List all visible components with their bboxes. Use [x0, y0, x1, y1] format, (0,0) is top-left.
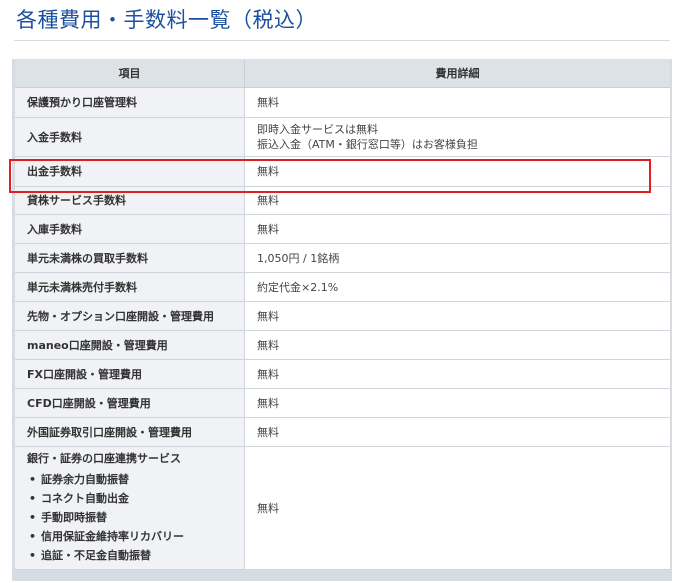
row-item-title: 銀行・証券の口座連携サービス — [27, 452, 181, 465]
row-item: FX口座開設・管理費用 — [15, 359, 245, 389]
table-row: 単元未満株の買取手数料 1,050円 / 1銘柄 — [15, 243, 670, 273]
table-row: 先物・オプション口座開設・管理費用 無料 — [15, 301, 670, 331]
list-item: 追証・不足金自動振替 — [27, 546, 244, 565]
table-row: CFD口座開設・管理費用 無料 — [15, 388, 670, 418]
row-item: 保護預かり口座管理料 — [15, 87, 245, 118]
table-row: 外国証券取引口座開設・管理費用 無料 — [15, 417, 670, 447]
header-detail: 費用詳細 — [244, 59, 670, 88]
row-item: 貸株サービス手数料 — [15, 186, 245, 215]
list-item: コネクト自動出金 — [27, 489, 244, 508]
row-detail: 無料 — [244, 156, 670, 187]
page-title: 各種費用・手数料一覧（税込） — [16, 8, 317, 32]
fees-page: 各種費用・手数料一覧（税込） 項目 費用詳細 保護預かり口座管理料 無料 入金手… — [0, 0, 680, 583]
table-row: 保護預かり口座管理料 無料 — [15, 87, 670, 118]
row-detail: 無料 — [244, 359, 670, 389]
table-row: maneo口座開設・管理費用 無料 — [15, 330, 670, 360]
row-detail-line: 即時入金サービスは無料 — [257, 123, 378, 136]
row-item: 入金手数料 — [15, 117, 245, 157]
table-row: 入庫手数料 無料 — [15, 214, 670, 244]
row-detail: 無料 — [244, 214, 670, 244]
row-item: 外国証券取引口座開設・管理費用 — [15, 417, 245, 447]
table-row: 単元未満株売付手数料 約定代金×2.1% — [15, 272, 670, 302]
list-item: 信用保証金維持率リカバリー — [27, 527, 244, 546]
row-item: 単元未満株の買取手数料 — [15, 243, 245, 273]
fees-table-container: 項目 費用詳細 保護預かり口座管理料 無料 入金手数料 即時入金サービスは無料 … — [12, 59, 672, 581]
table-row: FX口座開設・管理費用 無料 — [15, 359, 670, 389]
row-detail: 無料 — [244, 301, 670, 331]
row-item: maneo口座開設・管理費用 — [15, 330, 245, 360]
row-detail: 即時入金サービスは無料 振込入金（ATM・銀行窓口等）はお客様負担 — [244, 117, 670, 157]
fees-table: 項目 費用詳細 保護預かり口座管理料 無料 入金手数料 即時入金サービスは無料 … — [15, 59, 670, 570]
row-detail: 無料 — [244, 186, 670, 215]
row-detail: 無料 — [244, 446, 670, 570]
row-item: 先物・オプション口座開設・管理費用 — [15, 301, 245, 331]
row-detail: 約定代金×2.1% — [244, 272, 670, 302]
row-item: 出金手数料 — [15, 156, 245, 187]
title-divider — [14, 40, 670, 41]
table-header-row: 項目 費用詳細 — [15, 59, 670, 88]
header-item: 項目 — [15, 59, 245, 88]
table-row: 貸株サービス手数料 無料 — [15, 186, 670, 215]
row-detail-line: 振込入金（ATM・銀行窓口等）はお客様負担 — [257, 138, 478, 151]
row-item: 入庫手数料 — [15, 214, 245, 244]
list-item: 証券余力自動振替 — [27, 470, 244, 489]
list-item: 手動即時振替 — [27, 508, 244, 527]
table-row: 銀行・証券の口座連携サービス 証券余力自動振替 コネクト自動出金 手動即時振替 … — [15, 446, 670, 570]
row-detail: 無料 — [244, 330, 670, 360]
row-item: 銀行・証券の口座連携サービス 証券余力自動振替 コネクト自動出金 手動即時振替 … — [15, 446, 245, 570]
table-row-highlighted: 出金手数料 無料 — [15, 156, 670, 187]
row-detail: 無料 — [244, 388, 670, 418]
row-item: CFD口座開設・管理費用 — [15, 388, 245, 418]
row-item: 単元未満株売付手数料 — [15, 272, 245, 302]
service-list: 証券余力自動振替 コネクト自動出金 手動即時振替 信用保証金維持率リカバリー 追… — [27, 470, 244, 565]
row-detail: 1,050円 / 1銘柄 — [244, 243, 670, 273]
row-detail: 無料 — [244, 417, 670, 447]
row-detail: 無料 — [244, 87, 670, 118]
table-row: 入金手数料 即時入金サービスは無料 振込入金（ATM・銀行窓口等）はお客様負担 — [15, 117, 670, 157]
